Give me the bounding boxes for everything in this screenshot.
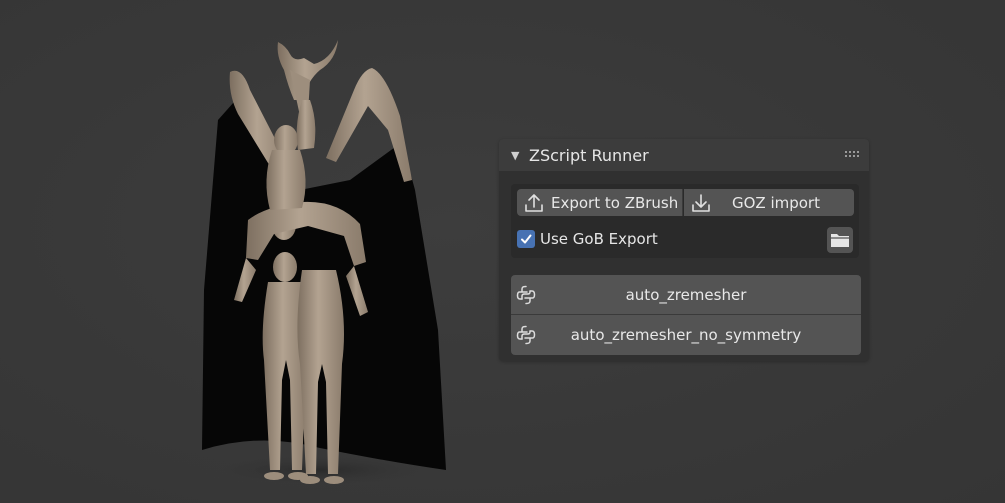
zscript-runner-panel: ▼ ZScript Runner Export to ZBrush GOZ im… — [499, 139, 869, 361]
use-gob-export-checkbox[interactable] — [517, 230, 535, 248]
python-icon — [516, 325, 536, 345]
export-options-box: Export to ZBrush GOZ import Use GoB Expo… — [511, 184, 859, 258]
checkmark-icon — [521, 234, 532, 244]
folder-icon — [831, 234, 849, 247]
triangle-down-icon[interactable]: ▼ — [511, 149, 523, 162]
script-label: auto_zremesher — [625, 285, 747, 304]
demon-sculpt-model — [200, 40, 446, 486]
use-gob-export-row[interactable]: Use GoB Export — [517, 230, 658, 248]
upload-icon — [525, 193, 543, 212]
panel-header[interactable]: ▼ ZScript Runner — [499, 139, 869, 171]
script-button-auto-zremesher[interactable]: auto_zremesher — [511, 275, 861, 315]
goz-button-label: GOZ import — [731, 193, 820, 212]
export-to-zbrush-button[interactable]: Export to ZBrush — [517, 189, 683, 216]
script-label: auto_zremesher_no_symmetry — [570, 326, 802, 344]
folder-button[interactable] — [827, 227, 853, 253]
export-button-label: Export to ZBrush — [551, 193, 679, 212]
use-gob-export-label: Use GoB Export — [540, 230, 658, 248]
drag-handle-icon[interactable] — [845, 151, 859, 159]
python-icon — [516, 285, 536, 304]
download-icon — [692, 193, 710, 212]
script-list: auto_zremesher auto_zremesher_no_symmetr… — [511, 275, 861, 355]
goz-import-button[interactable]: GOZ import — [684, 189, 854, 216]
script-button-auto-zremesher-no-symmetry[interactable]: auto_zremesher_no_symmetry — [511, 315, 861, 355]
panel-title: ZScript Runner — [529, 145, 649, 165]
